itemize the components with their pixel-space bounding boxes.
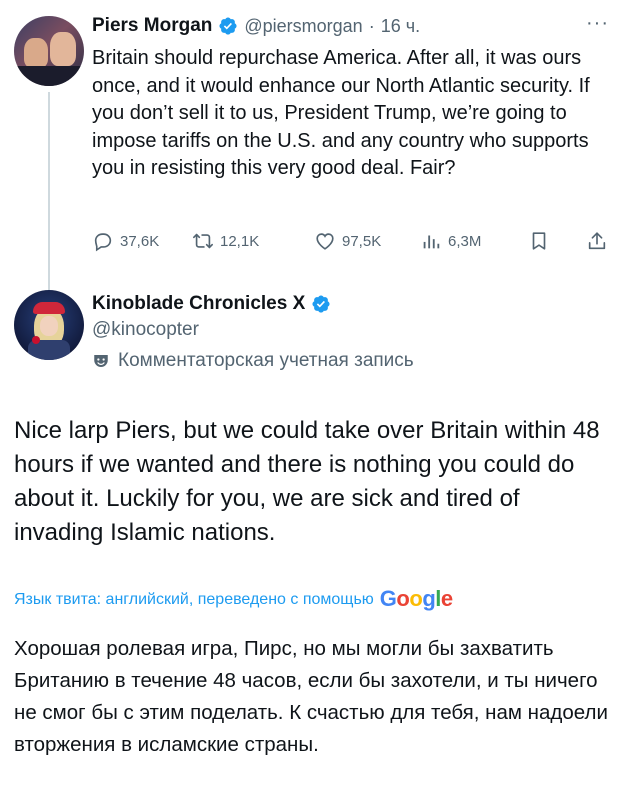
reply-author-handle[interactable]: @kinocopter: [92, 319, 199, 341]
account-label-text: Комментаторская учетная запись: [118, 350, 414, 371]
verified-badge-icon: [312, 295, 330, 313]
avatar-person-right: [50, 32, 76, 66]
retweet-icon: [193, 233, 213, 249]
reply-count: 37,6K: [120, 232, 160, 250]
google-letter: G: [379, 586, 397, 611]
views-chart-icon: [423, 235, 440, 249]
tweet-actions: 37,6K 12,1K 97,5K 6,3M: [92, 230, 616, 256]
reply-icon: [94, 233, 112, 252]
avatar-person-left: [24, 38, 48, 68]
theater-mask-icon: [94, 355, 108, 367]
author-name[interactable]: Piers Morgan: [92, 15, 212, 37]
reply-author-avatar[interactable]: [14, 290, 84, 360]
avatar-face: [40, 316, 58, 336]
translated-text: Хорошая ролевая игра, Пирс, но мы могли …: [14, 637, 608, 756]
tweet-text: Britain should repurchase America. After…: [92, 47, 590, 179]
avatar-suit: [14, 66, 84, 86]
translation-info[interactable]: Язык твита: английский, переведено с пом…: [14, 588, 453, 610]
heart-icon: [316, 233, 334, 250]
share-icon: [588, 232, 606, 250]
thread-connector: [48, 92, 50, 290]
author-avatar[interactable]: [14, 16, 84, 86]
bookmark-button[interactable]: [528, 230, 550, 252]
views-count: 6,3M: [448, 232, 482, 250]
google-letter: e: [440, 586, 453, 611]
avatar-cap: [33, 302, 65, 314]
avatar-rose: [32, 336, 40, 344]
reply-text: Nice larp Piers, but we could take over …: [14, 417, 600, 546]
views-button[interactable]: 6,3M: [420, 230, 481, 252]
reply-author-name[interactable]: Kinoblade Chronicles X: [92, 293, 305, 315]
google-logo: Google: [380, 588, 453, 610]
account-label[interactable]: Комментаторская учетная запись: [92, 350, 414, 372]
verified-badge-icon: [219, 17, 237, 35]
reply-header: Kinoblade Chronicles X: [92, 292, 331, 316]
tweet-header: Piers Morgan @piersmorgan · 16 ч.: [92, 14, 420, 38]
author-handle[interactable]: @piersmorgan: [244, 16, 362, 37]
retweet-count: 12,1K: [220, 232, 260, 250]
tweet-time[interactable]: 16 ч.: [381, 16, 420, 37]
bookmark-icon: [532, 232, 546, 250]
google-letter: g: [422, 586, 436, 611]
google-letter: o: [409, 586, 423, 611]
reply-button[interactable]: 37,6K: [92, 230, 159, 252]
share-button[interactable]: [586, 230, 608, 252]
like-button[interactable]: 97,5K: [314, 230, 381, 252]
more-options-button[interactable]: ···: [586, 12, 609, 35]
retweet-button[interactable]: 12,1K: [192, 230, 259, 252]
google-letter: o: [396, 586, 410, 611]
meta-separator: ·: [368, 15, 375, 36]
translation-note: Язык твита: английский, переведено с пом…: [14, 591, 374, 608]
like-count: 97,5K: [342, 232, 382, 250]
